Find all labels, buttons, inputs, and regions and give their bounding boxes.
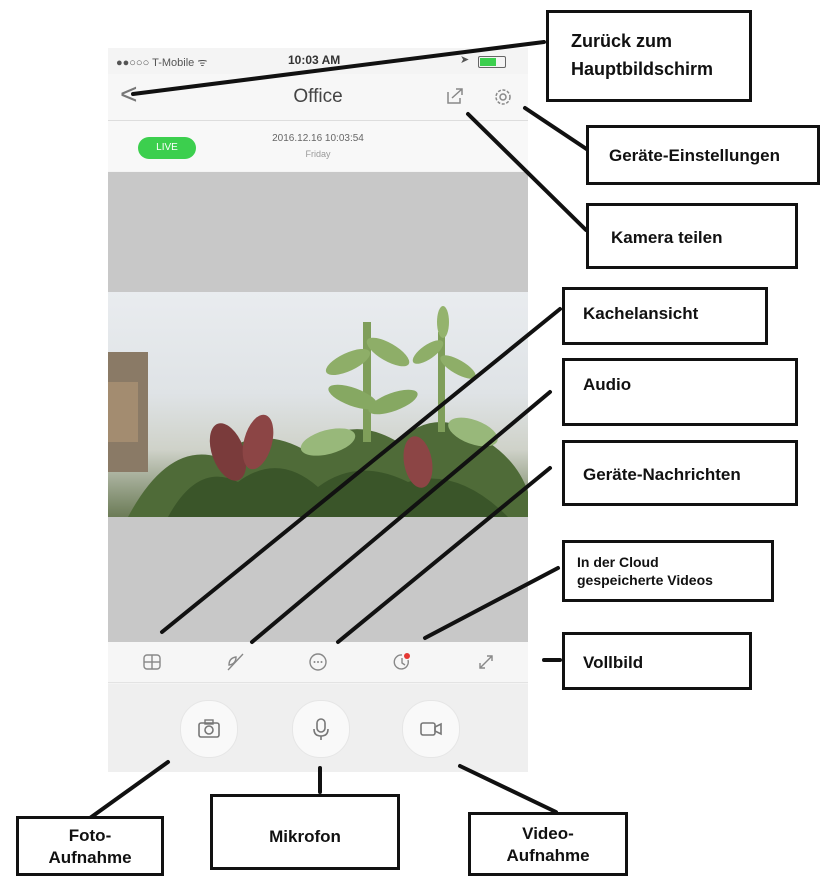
callout-photo-line2: Aufnahme xyxy=(48,848,132,867)
callout-back: Zurück zum Hauptbildschirm xyxy=(546,10,752,102)
callout-video-line1: Video- xyxy=(522,824,574,843)
callout-settings-text: Geräte-Einstellungen xyxy=(609,146,780,165)
callout-cloud-line1: In der Cloud xyxy=(577,554,659,570)
callout-photo: Foto- Aufnahme xyxy=(16,816,164,876)
callout-mic: Mikrofon xyxy=(210,794,400,870)
callout-back-line2: Hauptbildschirm xyxy=(571,59,714,79)
callout-cloud: In der Cloud gespeicherte Videos xyxy=(562,540,774,602)
callout-video-line2: Aufnahme xyxy=(506,846,590,865)
callout-video: Video- Aufnahme xyxy=(468,812,628,876)
callout-share-text: Kamera teilen xyxy=(611,228,723,247)
callout-fullscreen: Vollbild xyxy=(562,632,752,690)
callout-settings: Geräte-Einstellungen xyxy=(586,125,820,185)
callout-tile-view-text: Kachelansicht xyxy=(583,304,699,323)
callout-fullscreen-text: Vollbild xyxy=(583,653,644,672)
callout-mic-text: Mikrofon xyxy=(269,827,341,846)
callout-audio-text: Audio xyxy=(583,375,632,394)
callout-photo-line1: Foto- xyxy=(68,826,112,845)
callout-messages-text: Geräte-Nachrichten xyxy=(583,465,741,484)
callout-messages: Geräte-Nachrichten xyxy=(562,440,798,506)
callout-tile-view: Kachelansicht xyxy=(562,287,768,345)
callout-back-line1: Zurück zum xyxy=(571,31,673,51)
callout-audio: Audio xyxy=(562,358,798,426)
callout-share: Kamera teilen xyxy=(586,203,798,269)
callout-cloud-line2: gespeicherte Videos xyxy=(577,572,713,588)
